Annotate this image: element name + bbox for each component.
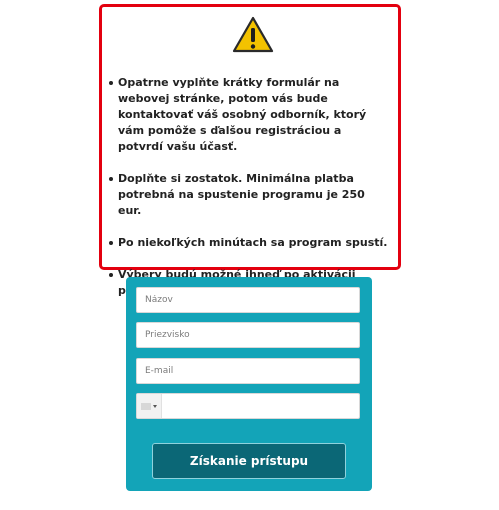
notice-item-deposit: Doplňte si zostatok. Minimálna platba po… [109, 171, 390, 219]
last-name-input[interactable] [136, 322, 360, 348]
first-name-input[interactable] [136, 287, 360, 313]
notice-item-form: Opatrne vyplňte krátky formulár na webov… [109, 75, 390, 155]
email-input[interactable] [136, 358, 360, 384]
registration-form: Získanie prístupu [126, 277, 372, 491]
warning-icon [232, 16, 274, 54]
notice-item-start: Po niekoľkých minútach sa program spustí… [109, 235, 390, 251]
flag-icon [141, 403, 151, 410]
get-access-button[interactable]: Získanie prístupu [152, 443, 346, 479]
country-code-selector[interactable] [137, 394, 162, 418]
warning-notice: Opatrne vyplňte krátky formulár na webov… [99, 4, 401, 297]
phone-input[interactable] [163, 394, 361, 418]
phone-field [136, 393, 361, 419]
chevron-down-icon [153, 405, 157, 408]
